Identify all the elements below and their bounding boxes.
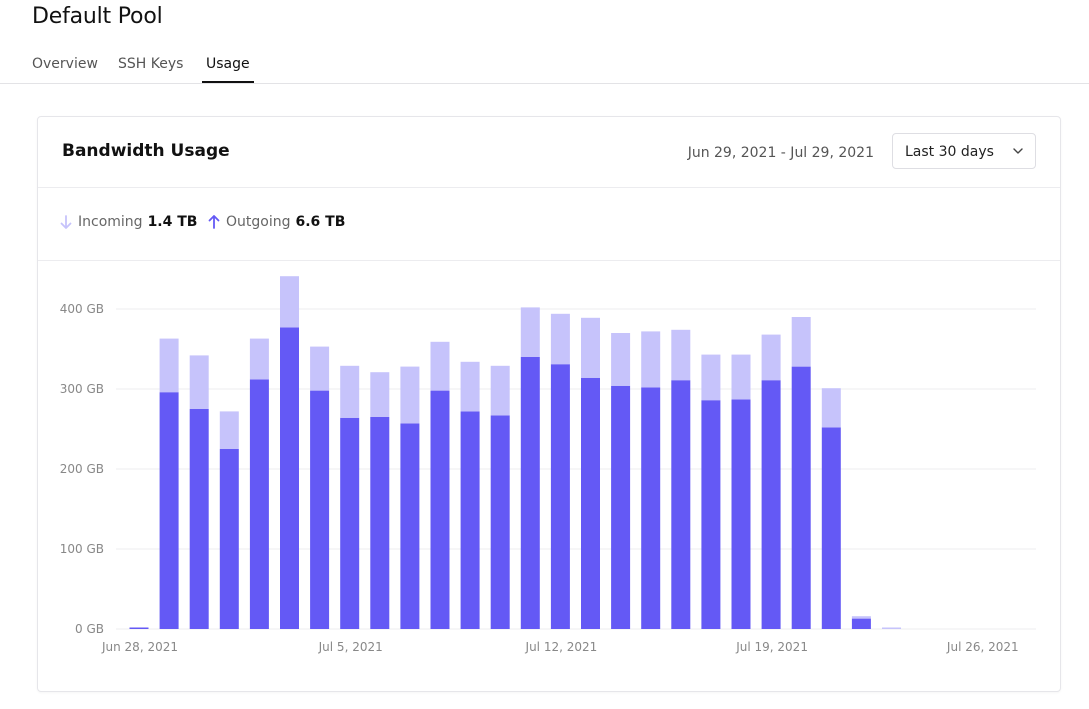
arrow-up-icon <box>208 215 220 229</box>
date-range-label: Jun 29, 2021 - Jul 29, 2021 <box>687 145 874 161</box>
card-title: Bandwidth Usage <box>62 141 230 161</box>
bar-incoming <box>641 331 661 388</box>
bar-incoming <box>520 307 540 357</box>
bar-outgoing <box>189 409 209 629</box>
bar-incoming <box>310 346 330 391</box>
bandwidth-usage-card: Bandwidth Usage Jun 29, 2021 - Jul 29, 2… <box>37 116 1061 692</box>
bar-outgoing <box>219 449 239 629</box>
bar-incoming <box>821 388 841 428</box>
y-tick-label: 200 GB <box>60 462 104 476</box>
bar-outgoing <box>400 423 420 629</box>
bar-incoming <box>370 372 390 417</box>
legend-incoming: Incoming 1.4 TB <box>60 214 197 230</box>
bar-incoming <box>882 627 901 629</box>
legend-outgoing-label: Outgoing <box>226 214 291 230</box>
bar-outgoing <box>340 417 360 629</box>
bar-outgoing <box>641 387 661 629</box>
bar-incoming <box>851 616 871 619</box>
bar-outgoing <box>490 415 510 629</box>
bar-incoming <box>671 329 691 381</box>
bar-incoming <box>249 338 269 380</box>
bar-outgoing <box>460 411 480 629</box>
bar-incoming <box>791 317 811 367</box>
date-range-select-value: Last 30 days <box>905 144 994 160</box>
bar-outgoing <box>249 379 269 629</box>
bar-outgoing <box>701 400 721 629</box>
bandwidth-chart-svg: 0 GB 100 GB 200 GB 300 GB 400 GB Jun 28, 2021… <box>60 276 1036 654</box>
bar-outgoing <box>761 380 781 629</box>
bar-incoming <box>761 334 781 381</box>
tab-overview[interactable]: Overview <box>32 56 98 83</box>
bar-outgoing <box>671 380 691 629</box>
bar-outgoing <box>430 390 450 629</box>
bar-outgoing <box>129 627 149 629</box>
bar-incoming <box>400 366 420 424</box>
tab-bar: Overview SSH Keys Usage <box>0 48 1089 84</box>
bar-outgoing <box>550 364 570 629</box>
bar-incoming <box>731 354 751 400</box>
bar-incoming <box>340 365 360 418</box>
bar-incoming <box>611 333 631 386</box>
page-title: Default Pool <box>32 4 163 29</box>
x-tick-label: Jul 5, 2021 <box>318 640 383 654</box>
tab-ssh-keys[interactable]: SSH Keys <box>118 56 183 83</box>
legend-outgoing: Outgoing 6.6 TB <box>208 214 345 230</box>
y-tick-label: 300 GB <box>60 382 104 396</box>
bar-outgoing <box>851 618 871 629</box>
date-range-select[interactable]: Last 30 days <box>892 133 1036 169</box>
bandwidth-chart: 0 GB 100 GB 200 GB 300 GB 400 GB Jun 28, 2021… <box>38 261 1060 689</box>
bar-incoming <box>430 341 450 391</box>
card-header: Bandwidth Usage Jun 29, 2021 - Jul 29, 2… <box>38 117 1060 188</box>
tab-usage[interactable]: Usage <box>202 56 254 83</box>
bar-incoming <box>581 317 600 378</box>
bar-outgoing <box>611 385 631 629</box>
bar-outgoing <box>280 327 299 629</box>
bar-incoming <box>159 338 179 393</box>
bar-incoming <box>460 361 480 412</box>
bar-outgoing <box>581 377 600 629</box>
y-tick-label: 0 GB <box>75 622 104 636</box>
legend-outgoing-value: 6.6 TB <box>295 214 346 230</box>
x-tick-label: Jun 28, 2021 <box>101 640 178 654</box>
legend-incoming-label: Incoming <box>78 214 143 230</box>
chevron-down-icon <box>1013 148 1023 154</box>
bar-incoming <box>701 354 721 401</box>
bar-outgoing <box>731 399 751 629</box>
bar-outgoing <box>821 427 841 629</box>
arrow-down-icon <box>60 215 72 229</box>
y-tick-label: 400 GB <box>60 302 104 316</box>
bar-incoming <box>490 365 510 416</box>
legend: Incoming 1.4 TB Outgoing 6.6 TB <box>38 188 1060 261</box>
bar-outgoing <box>791 366 811 629</box>
bar-outgoing <box>370 417 390 629</box>
bar-incoming <box>550 313 570 365</box>
bar-incoming <box>280 276 299 328</box>
x-tick-label: Jul 26, 2021 <box>946 640 1019 654</box>
x-tick-label: Jul 12, 2021 <box>525 640 598 654</box>
bar-outgoing <box>520 357 540 629</box>
legend-incoming-value: 1.4 TB <box>147 214 198 230</box>
bar-outgoing <box>159 392 179 629</box>
x-tick-label: Jul 19, 2021 <box>735 640 808 654</box>
bar-incoming <box>219 411 239 449</box>
y-tick-label: 100 GB <box>60 542 104 556</box>
bar-incoming <box>189 355 209 409</box>
bar-outgoing <box>310 390 330 629</box>
